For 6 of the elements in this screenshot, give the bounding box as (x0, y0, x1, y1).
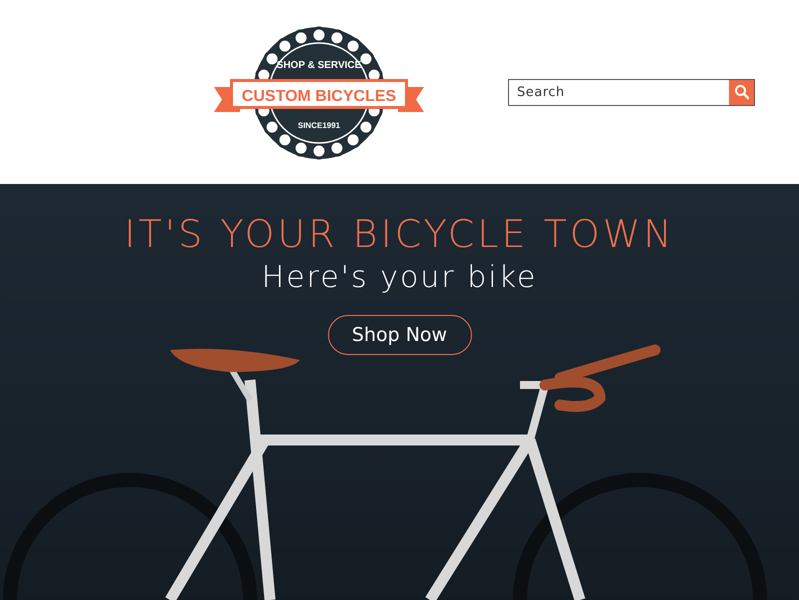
logo-tagline: SHOP & SERVICE (276, 60, 362, 71)
hero-subtitle: Here's your bike (262, 260, 538, 295)
shop-now-button[interactable]: Shop Now (328, 315, 472, 355)
hero-title: IT'S YOUR BICYCLE TOWN (124, 212, 675, 256)
logo-since: SINCE1991 (298, 121, 340, 130)
logo-name: CUSTOM BICYCLES (242, 88, 396, 105)
